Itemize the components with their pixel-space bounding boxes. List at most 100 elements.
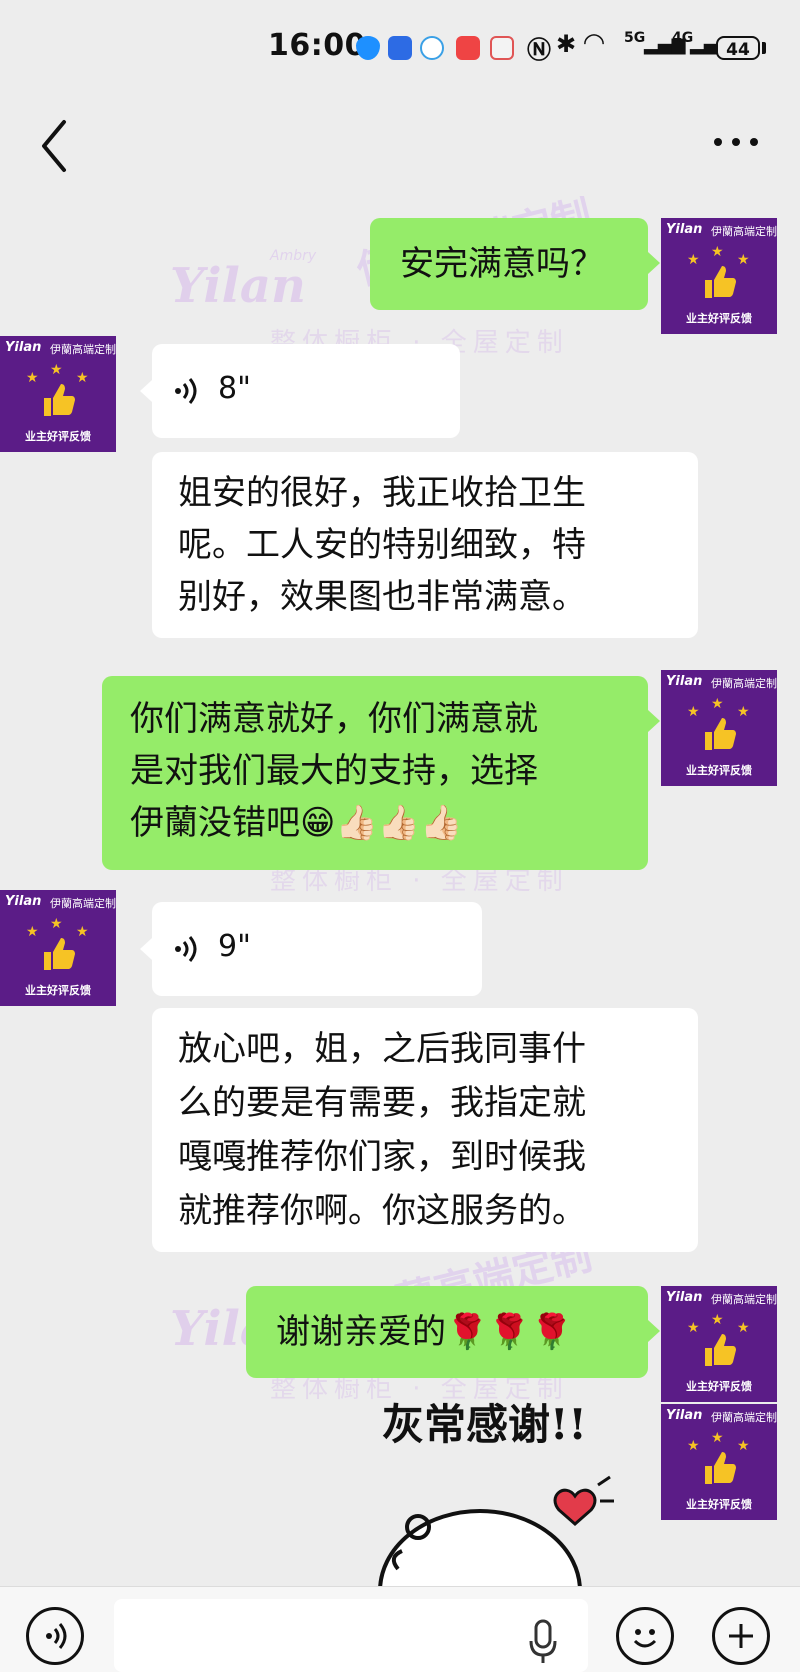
avatar-logo: Yilan xyxy=(666,222,703,237)
star-icon: ★ xyxy=(50,916,63,932)
wifi-icon: ◠ xyxy=(584,28,604,58)
avatar-logo: Yilan xyxy=(666,674,703,689)
star-icon: ★ xyxy=(26,370,39,386)
microphone-icon[interactable] xyxy=(528,1619,558,1665)
star-icon: ★ xyxy=(687,1320,700,1336)
battery-tip xyxy=(762,42,766,54)
avatar-customer[interactable]: Yilan 伊蘭高端定制 ★ ★ ★ 业主好评反馈 xyxy=(0,336,116,452)
message-text: 安完满意吗？ xyxy=(400,244,604,284)
avatar-caption: 业主好评反馈 xyxy=(25,430,91,443)
message-line: 是对我们最大的支持，选择 xyxy=(130,751,538,791)
star-icon: ★ xyxy=(50,362,63,378)
chevron-left-icon xyxy=(42,120,66,172)
voice-mode-icon xyxy=(46,1623,67,1649)
message-line: 么的要是有需要，我指定就 xyxy=(178,1083,586,1123)
emoji-icon xyxy=(633,1629,657,1648)
network-5g-label: 5G xyxy=(624,30,646,46)
message-bubble[interactable]: 安完满意吗？ xyxy=(370,218,648,310)
avatar-brand-cn: 伊蘭高端定制 xyxy=(711,225,777,238)
avatar-self[interactable]: Yilan 伊蘭高端定制 ★ ★ ★ 业主好评反馈 xyxy=(661,1404,777,1520)
thumbs-up-icon xyxy=(705,718,736,750)
message-bubble[interactable]: 放心吧，姐，之后我同事什 么的要是有需要，我指定就 嘎嘎推荐你们家，到时候我 就… xyxy=(152,1008,698,1252)
avatar-brand-cn: 伊蘭高端定制 xyxy=(711,1411,777,1424)
nfc-icon: Ⓝ xyxy=(527,36,551,64)
chat-message-list[interactable]: Yilan Ambry 整体橱柜 · 全屋定制 伊蘭高端定制 Yilan 整体橱… xyxy=(0,196,800,1586)
status-time: 16:00 xyxy=(268,28,366,63)
ellipsis-icon xyxy=(714,138,758,146)
star-icon: ★ xyxy=(687,704,700,720)
message-line: 呢。工人安的特别细致，特 xyxy=(178,525,586,565)
sticker-cartoon-icon xyxy=(378,1475,614,1586)
avatar-self[interactable]: Yilan 伊蘭高端定制 ★ ★ ★ 业主好评反馈 xyxy=(661,218,777,334)
message-text: 谢谢亲爱的🌹🌹🌹 xyxy=(276,1312,574,1352)
more-options-button[interactable] xyxy=(708,120,764,164)
watermark-1-sub: Ambry xyxy=(270,248,317,264)
message-line: 姐安的很好，我正收拾卫生 xyxy=(178,473,586,513)
bubble-tail xyxy=(648,1320,660,1342)
message-line: 你们满意就好，你们满意就 xyxy=(130,699,538,739)
star-icon: ★ xyxy=(687,252,700,268)
watermark-brand: Yilan xyxy=(170,258,306,314)
avatar-caption: 业主好评反馈 xyxy=(686,1498,752,1511)
star-icon: ★ xyxy=(26,924,39,940)
avatar-logo: Yilan xyxy=(666,1408,703,1423)
message-line: 别好，效果图也非常满意。 xyxy=(178,577,586,617)
avatar-self[interactable]: Yilan 伊蘭高端定制 ★ ★ ★ 业主好评反馈 xyxy=(661,1286,777,1402)
voice-message[interactable]: 8" xyxy=(152,344,460,438)
voice-wave-icon xyxy=(175,936,197,962)
compass-app-icon xyxy=(388,36,412,60)
avatar-caption: 业主好评反馈 xyxy=(25,984,91,997)
bluetooth-icon: ✱ xyxy=(556,30,577,58)
avatar-brand-cn: 伊蘭高端定制 xyxy=(711,1293,777,1306)
star-icon: ★ xyxy=(687,1438,700,1454)
bubble-tail xyxy=(140,938,152,960)
avatar-caption: 业主好评反馈 xyxy=(686,1380,752,1393)
plus-button[interactable] xyxy=(712,1607,770,1665)
plus-icon xyxy=(729,1624,753,1648)
chat-header xyxy=(0,96,800,196)
avatar-brand-cn: 伊蘭高端定制 xyxy=(711,677,777,690)
battery-indicator: 44 xyxy=(716,36,760,60)
avatar-caption: 业主好评反馈 xyxy=(686,312,752,325)
voice-wave-icon xyxy=(175,378,197,404)
signal-bars-icon-2: ▂▄ xyxy=(690,34,718,55)
mail-app-icon xyxy=(490,36,514,60)
thumbs-up-icon xyxy=(705,1334,736,1366)
star-icon: ★ xyxy=(711,1430,724,1446)
avatar-caption: 业主好评反馈 xyxy=(686,764,752,777)
sticker-message[interactable]: 灰常感谢!! xyxy=(360,1391,630,1586)
message-line: 伊蘭没错吧😁👍🏻👍🏻👍🏻 xyxy=(130,803,463,843)
thumbs-up-icon xyxy=(705,1452,736,1484)
message-line: 嘎嘎推荐你们家，到时候我 xyxy=(178,1137,586,1177)
message-line: 放心吧，姐，之后我同事什 xyxy=(178,1029,586,1069)
avatar-self[interactable]: Yilan 伊蘭高端定制 ★ ★ ★ 业主好评反馈 xyxy=(661,670,777,786)
voice-mode-button[interactable] xyxy=(26,1607,84,1665)
thumbs-up-icon xyxy=(44,384,75,416)
bubble-tail xyxy=(140,380,152,402)
avatar-logo: Yilan xyxy=(5,894,42,909)
avatar-logo: Yilan xyxy=(666,1290,703,1305)
emoji-button[interactable] xyxy=(616,1607,674,1665)
bubble-tail xyxy=(648,710,660,732)
back-button[interactable] xyxy=(34,116,84,176)
star-icon: ★ xyxy=(711,696,724,712)
star-icon: ★ xyxy=(711,244,724,260)
thumbs-up-icon xyxy=(44,938,75,970)
message-line: 就推荐你啊。你这服务的。 xyxy=(178,1191,586,1231)
message-bubble[interactable]: 你们满意就好，你们满意就 是对我们最大的支持，选择 伊蘭没错吧😁👍🏻👍🏻👍🏻 xyxy=(102,676,648,870)
thumbs-up-icon xyxy=(705,266,736,298)
input-bar xyxy=(0,1586,800,1672)
message-bubble[interactable]: 谢谢亲爱的🌹🌹🌹 xyxy=(246,1286,648,1378)
voice-duration: 8" xyxy=(218,371,251,406)
shield-app-icon xyxy=(356,36,380,60)
voice-message[interactable]: 9" xyxy=(152,902,482,996)
voice-duration: 9" xyxy=(218,929,251,964)
message-input[interactable] xyxy=(114,1599,588,1672)
status-bar: 16:00 Ⓝ ✱ ◠ 5G ▂▄▆ 4G ▂▄ 44 xyxy=(0,0,800,96)
bubble-tail xyxy=(648,252,660,274)
avatar-brand-cn: 伊蘭高端定制 xyxy=(50,897,116,910)
chat-app-icon xyxy=(420,36,444,60)
watermark-1: Yilan xyxy=(170,258,306,314)
message-bubble[interactable]: 姐安的很好，我正收拾卫生 呢。工人安的特别细致，特 别好，效果图也非常满意。 xyxy=(152,452,698,638)
avatar-customer[interactable]: Yilan 伊蘭高端定制 ★ ★ ★ 业主好评反馈 xyxy=(0,890,116,1006)
